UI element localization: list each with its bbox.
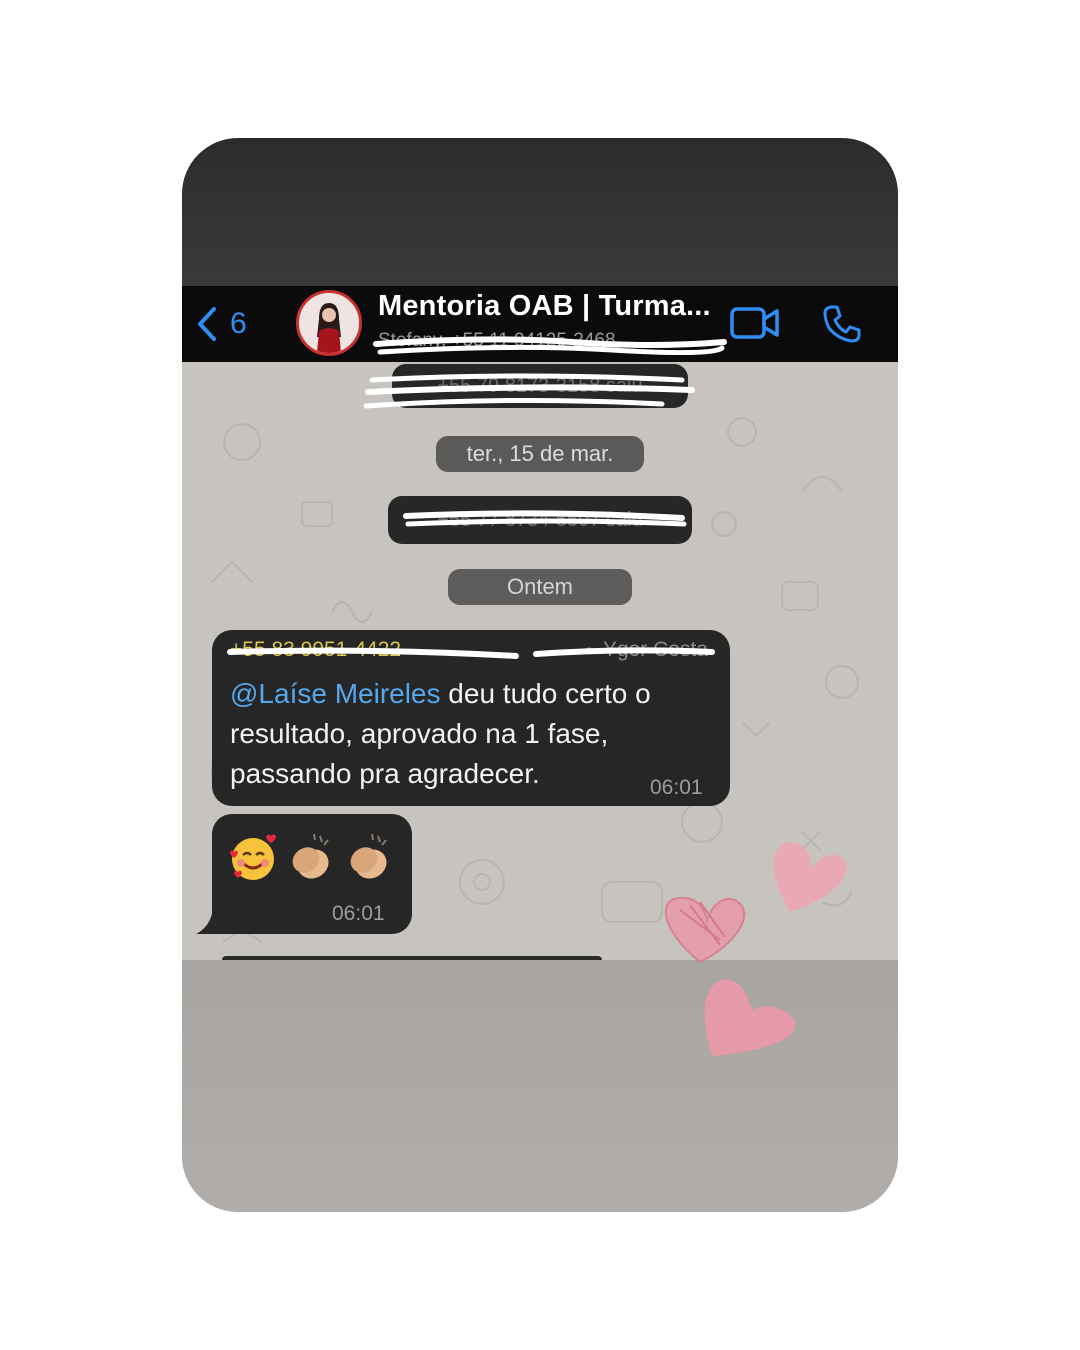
unread-count: 6 [230, 307, 247, 340]
sender-phone: +55 83 9951-4422 [230, 638, 402, 661]
bottom-blank-area [182, 960, 898, 1212]
phone-icon [823, 305, 861, 343]
group-members-subtitle: Stefany, +55 11 94125-2468, [378, 330, 621, 351]
voice-call-button[interactable] [822, 304, 862, 344]
clapping-hands-icon [292, 833, 329, 879]
group-title[interactable]: Mentoria OAB | Turma... [378, 290, 711, 323]
date-pill: Ontem [448, 569, 632, 605]
chevron-left-icon [198, 307, 216, 341]
video-camera-icon [730, 307, 779, 339]
story-card: 6 Mentoria OAB | Turma... Stefany, +55 1… [182, 138, 898, 1212]
message-text: @Laíse Meireles deu tudo certo o resulta… [230, 674, 710, 794]
system-message-text: +55 79 8173-3158 saiu [437, 375, 643, 397]
avatar-person-icon [299, 293, 359, 353]
sender-name: ~ Ygor Costa [585, 638, 708, 661]
emoji-row [228, 832, 394, 882]
message-bubble[interactable]: +55 83 9951-4422 ~ Ygor Costa @Laíse Mei… [212, 630, 730, 806]
system-message-text: +55 77 8734-5507 saiu [437, 509, 643, 531]
date-pill: ter., 15 de mar. [436, 436, 644, 472]
chat-area[interactable]: +55 79 8173-3158 saiu ter., 15 de mar. +… [182, 362, 898, 960]
message-time: 06:01 [332, 902, 385, 925]
system-message-redacted: +55 77 8734-5507 saiu [388, 496, 692, 544]
clapping-hands-icon [350, 833, 387, 879]
message-bubble[interactable]: 06:01 [212, 814, 412, 934]
chat-header: 6 Mentoria OAB | Turma... Stefany, +55 1… [182, 286, 898, 362]
group-avatar[interactable] [296, 290, 362, 356]
back-button[interactable]: 6 [196, 302, 276, 346]
top-dark-band [182, 138, 898, 286]
user-mention[interactable]: @Laíse Meireles [230, 678, 441, 709]
message-time: 06:01 [650, 776, 703, 799]
video-call-button[interactable] [730, 304, 780, 342]
system-message-redacted: +55 79 8173-3158 saiu [392, 364, 688, 408]
smiling-face-with-hearts-icon [230, 834, 276, 880]
